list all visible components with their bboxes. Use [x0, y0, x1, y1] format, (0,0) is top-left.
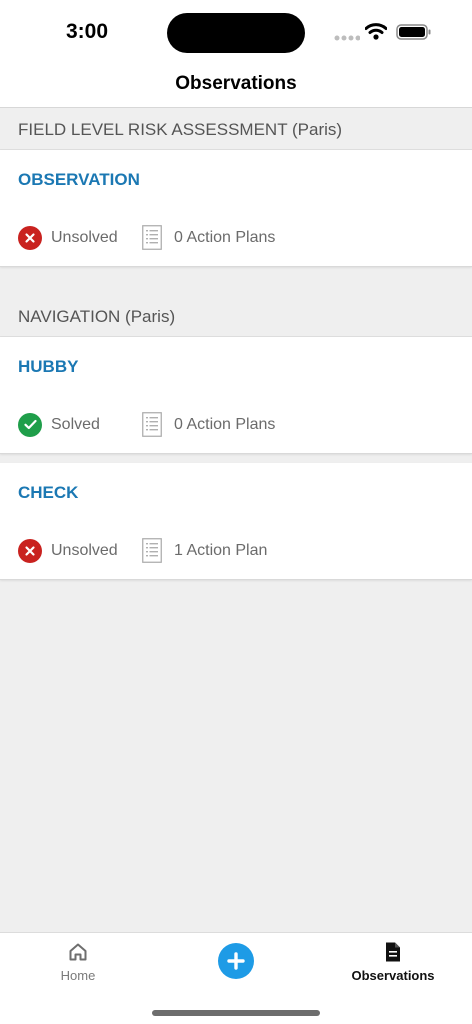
home-icon: [69, 943, 87, 961]
tab-bar: Home Observations: [0, 932, 472, 1024]
observation-meta: Unsolved 1 Action Plan: [18, 538, 267, 563]
x-circle-icon: [18, 538, 42, 563]
tab-home-label: Home: [60, 968, 96, 983]
home-indicator: [152, 1010, 320, 1016]
dynamic-island: [167, 13, 305, 53]
status-bar: 3:00: [0, 0, 472, 64]
tab-observations-label: Observations: [351, 968, 435, 983]
observations-screen: 3:00 Observations FIELD LEVEL RISK ASSES…: [0, 0, 472, 1024]
status-label: Unsolved: [51, 541, 118, 559]
plus-icon: [227, 952, 245, 970]
action-plans-count: 0 Action Plans: [174, 228, 276, 246]
observation-card-check[interactable]: CHECK Unsolved 1 Action Plan: [0, 463, 472, 580]
wifi-icon: [365, 23, 387, 40]
cellular-signal-icon: [334, 35, 360, 41]
status-label: Unsolved: [51, 228, 118, 246]
observation-meta: Solved 0 Action Plans: [18, 412, 275, 437]
document-icon: [386, 942, 400, 962]
section-header-navigation: NAVIGATION (Paris): [0, 289, 472, 337]
action-plans-count: 0 Action Plans: [174, 415, 276, 433]
tab-home[interactable]: Home: [28, 941, 128, 983]
action-plan-list-icon: [142, 225, 162, 250]
observation-list: FIELD LEVEL RISK ASSESSMENT (Paris) OBSE…: [0, 108, 472, 580]
observation-title: CHECK: [18, 483, 79, 502]
status-time: 3:00: [66, 20, 109, 43]
observation-card-hubby[interactable]: HUBBY Solved 0 Action Plans: [0, 337, 472, 454]
status-label: Solved: [51, 415, 100, 433]
page-title: Observations: [175, 73, 297, 94]
add-observation-button[interactable]: [218, 943, 254, 979]
observation-title: HUBBY: [18, 357, 79, 376]
x-circle-icon: [18, 225, 42, 250]
action-plans-count: 1 Action Plan: [174, 541, 268, 559]
tab-observations[interactable]: Observations: [333, 941, 453, 983]
check-circle-icon: [18, 412, 42, 437]
observation-meta: Unsolved 0 Action Plans: [18, 225, 275, 250]
action-plan-list-icon: [142, 538, 162, 563]
observation-title: OBSERVATION: [18, 170, 140, 189]
action-plan-list-icon: [142, 412, 162, 437]
navigation-header: Observations: [0, 64, 472, 108]
battery-icon: [396, 24, 431, 40]
section-header-field-level-risk-assessment: FIELD LEVEL RISK ASSESSMENT (Paris): [0, 108, 472, 150]
observation-card-observation[interactable]: OBSERVATION Unsolved 0 Action Plans: [0, 150, 472, 267]
